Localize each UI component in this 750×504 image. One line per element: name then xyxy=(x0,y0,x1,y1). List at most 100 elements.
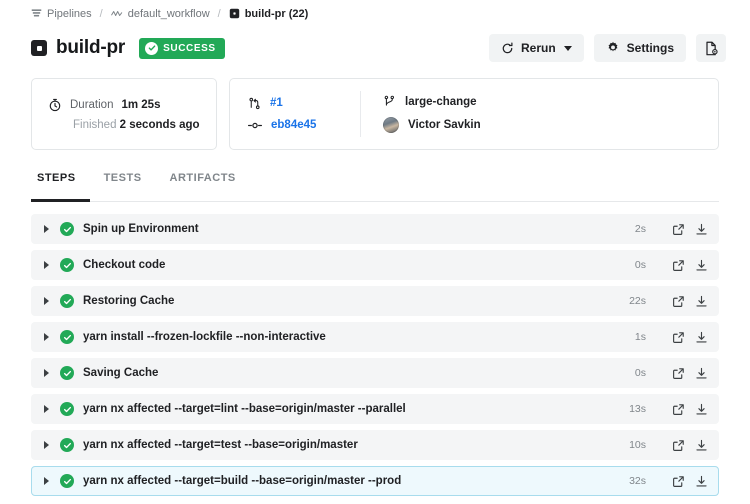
breadcrumb-workflow-label: default_workflow xyxy=(127,7,210,20)
step-duration: 1s xyxy=(634,331,646,343)
source-card: #1 eb84e45 large-change Victor Savkin xyxy=(229,78,719,150)
tab-bar: STEPS TESTS ARTIFACTS xyxy=(31,172,719,202)
download-icon[interactable] xyxy=(695,475,708,488)
tab-artifacts[interactable]: ARTIFACTS xyxy=(156,172,250,202)
breadcrumb-current-label: build-pr (22) xyxy=(244,7,309,20)
page-config-button[interactable] xyxy=(696,34,726,62)
breadcrumb: Pipelines / default_workflow / build-pr … xyxy=(0,0,750,22)
table-row[interactable]: Saving Cache 0s xyxy=(31,358,719,388)
expand-triangle-icon[interactable] xyxy=(44,441,49,449)
pull-request-link[interactable]: #1 xyxy=(270,97,283,109)
step-label: Checkout code xyxy=(83,259,166,271)
refresh-icon xyxy=(501,42,514,55)
download-icon[interactable] xyxy=(695,223,708,236)
settings-button[interactable]: Settings xyxy=(593,34,686,62)
success-check-icon xyxy=(60,330,74,344)
finished-row: Finished 2 seconds ago xyxy=(48,119,200,131)
commit-row[interactable]: eb84e45 xyxy=(248,119,360,132)
open-external-icon[interactable] xyxy=(672,331,685,344)
expand-triangle-icon[interactable] xyxy=(44,405,49,413)
check-icon xyxy=(145,41,159,55)
finished-value: 2 seconds ago xyxy=(119,118,200,131)
pipeline-square-icon xyxy=(229,8,240,19)
expand-triangle-icon[interactable] xyxy=(44,477,49,485)
branch-label: large-change xyxy=(405,95,477,108)
breadcrumb-item-workflow[interactable]: default_workflow xyxy=(110,7,210,20)
table-row[interactable]: yarn nx affected --target=build --base=o… xyxy=(31,466,719,496)
page-title: build-pr xyxy=(56,37,126,58)
branch-row: large-change xyxy=(383,95,481,108)
avatar xyxy=(383,117,399,133)
pull-request-icon xyxy=(248,97,261,110)
pull-request-row[interactable]: #1 xyxy=(248,97,360,110)
duration-label: Duration xyxy=(70,98,114,111)
download-icon[interactable] xyxy=(695,367,708,380)
table-row[interactable]: Restoring Cache 22s xyxy=(31,286,719,316)
breadcrumb-item-current[interactable]: build-pr (22) xyxy=(229,7,309,20)
expand-triangle-icon[interactable] xyxy=(44,369,49,377)
stopwatch-icon xyxy=(48,98,62,112)
duration-card: Duration 1m 25s Finished 2 seconds ago xyxy=(31,78,217,150)
settings-label: Settings xyxy=(626,41,674,55)
file-settings-icon xyxy=(704,41,719,56)
breadcrumb-pipelines-label: Pipelines xyxy=(47,7,92,20)
table-row[interactable]: yarn install --frozen-lockfile --non-int… xyxy=(31,322,719,352)
author-label: Victor Savkin xyxy=(408,119,481,131)
table-row[interactable]: Spin up Environment 2s xyxy=(31,214,719,244)
expand-triangle-icon[interactable] xyxy=(44,261,49,269)
tab-steps[interactable]: STEPS xyxy=(31,172,90,202)
duration-row: Duration 1m 25s xyxy=(48,98,200,112)
download-icon[interactable] xyxy=(695,331,708,344)
open-external-icon[interactable] xyxy=(672,439,685,452)
open-external-icon[interactable] xyxy=(672,259,685,272)
success-check-icon xyxy=(60,438,74,452)
step-label: Restoring Cache xyxy=(83,295,175,307)
pipeline-run-page: Pipelines / default_workflow / build-pr … xyxy=(0,0,750,504)
duration-value: 1m 25s xyxy=(121,98,161,111)
open-external-icon[interactable] xyxy=(672,295,685,308)
tab-tests[interactable]: TESTS xyxy=(90,172,156,202)
step-duration: 32s xyxy=(629,475,646,487)
step-duration: 13s xyxy=(629,403,646,415)
step-label: Saving Cache xyxy=(83,367,159,379)
table-row[interactable]: Checkout code 0s xyxy=(31,250,719,280)
table-row[interactable]: yarn nx affected --target=test --base=or… xyxy=(31,430,719,460)
author-row: Victor Savkin xyxy=(383,117,481,133)
expand-triangle-icon[interactable] xyxy=(44,333,49,341)
expand-triangle-icon[interactable] xyxy=(44,225,49,233)
download-icon[interactable] xyxy=(695,439,708,452)
step-duration: 0s xyxy=(634,367,646,379)
step-label: yarn nx affected --target=test --base=or… xyxy=(83,439,358,451)
open-external-icon[interactable] xyxy=(672,367,685,380)
breadcrumb-separator-1: / xyxy=(99,7,103,20)
step-label: yarn nx affected --target=lint --base=or… xyxy=(83,403,406,415)
commit-sha-link[interactable]: eb84e45 xyxy=(271,119,316,131)
open-external-icon[interactable] xyxy=(672,403,685,416)
download-icon[interactable] xyxy=(695,295,708,308)
download-icon[interactable] xyxy=(695,403,708,416)
step-duration: 10s xyxy=(629,439,646,451)
step-duration: 22s xyxy=(629,295,646,307)
gear-icon xyxy=(606,41,620,55)
step-duration: 2s xyxy=(634,223,646,235)
open-external-icon[interactable] xyxy=(672,223,685,236)
rerun-button[interactable]: Rerun xyxy=(488,34,584,62)
step-label: Spin up Environment xyxy=(83,223,199,235)
expand-triangle-icon[interactable] xyxy=(44,297,49,305)
success-check-icon xyxy=(60,474,74,488)
git-branch-icon xyxy=(383,95,396,108)
download-icon[interactable] xyxy=(695,259,708,272)
finished-label: Finished xyxy=(73,118,117,131)
success-check-icon xyxy=(60,258,74,272)
success-check-icon xyxy=(60,402,74,416)
open-external-icon[interactable] xyxy=(672,475,685,488)
breadcrumb-item-pipelines[interactable]: Pipelines xyxy=(31,8,92,20)
table-row[interactable]: yarn nx affected --target=lint --base=or… xyxy=(31,394,719,424)
status-badge-label: SUCCESS xyxy=(163,42,216,54)
activity-zigzag-icon xyxy=(110,8,123,19)
success-check-icon xyxy=(60,366,74,380)
step-duration: 0s xyxy=(634,259,646,271)
step-label: yarn nx affected --target=build --base=o… xyxy=(83,475,402,487)
pipeline-square-icon xyxy=(31,40,47,56)
pipelines-icon xyxy=(31,8,42,19)
